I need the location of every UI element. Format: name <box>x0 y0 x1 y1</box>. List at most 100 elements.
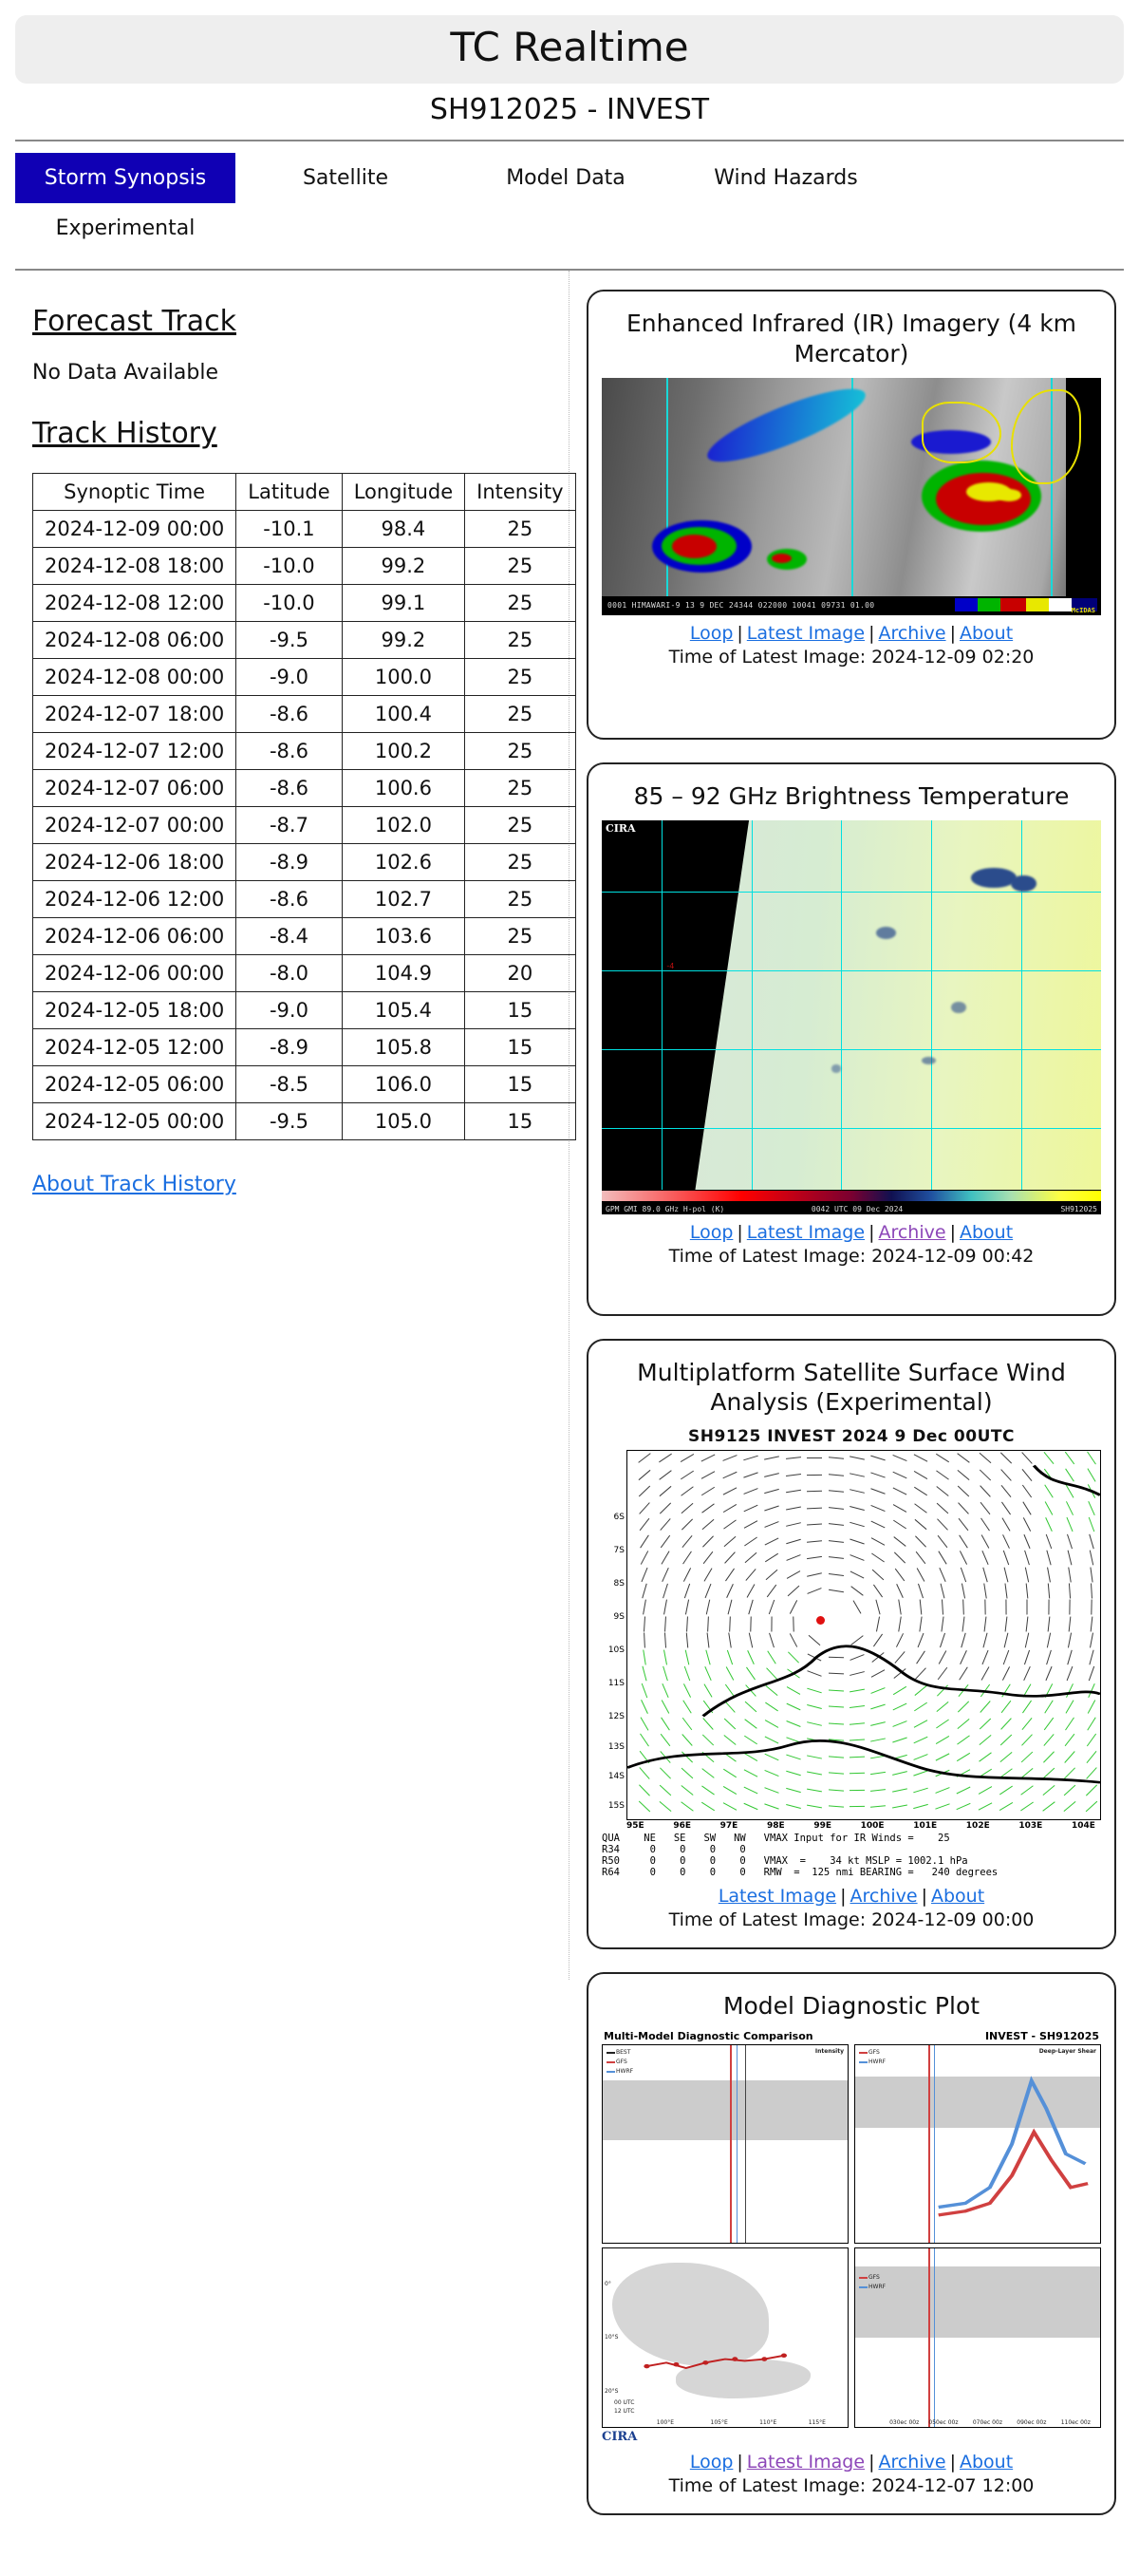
tab-navigation: Storm Synopsis Satellite Model Data Wind… <box>15 141 1124 263</box>
wind-barb <box>785 1787 801 1793</box>
timestamp-enhanced-ir: Time of Latest Image: 2024-12-09 02:20 <box>668 646 1035 668</box>
wind-barb <box>1087 1468 1096 1482</box>
wind-barb <box>789 1633 798 1648</box>
wind-barb <box>892 1487 907 1495</box>
wind-barb <box>1001 1683 1011 1698</box>
wind-barb <box>958 1501 969 1514</box>
table-cell: 2024-12-07 12:00 <box>31 732 237 771</box>
tab-satellite[interactable]: Satellite <box>235 153 456 203</box>
x-tick: 100E <box>860 1820 885 1831</box>
y-tick: 11S <box>607 1679 625 1689</box>
link-archive[interactable]: Archive <box>850 1886 917 1907</box>
wind-barb <box>638 1485 651 1497</box>
link-latest-image[interactable]: Latest Image <box>747 1222 865 1243</box>
diagnostic-panels: Intensity BEST GFS HWRF Deep-Layer Shear <box>602 2044 1101 2245</box>
wind-barb <box>937 1667 947 1681</box>
link-separator: | <box>949 2452 956 2473</box>
wind-barb <box>1022 1501 1032 1515</box>
wind-barb <box>1020 1768 1034 1779</box>
wind-barb <box>664 1632 667 1648</box>
wind-barb <box>722 1752 737 1762</box>
wind-barb <box>870 1720 887 1726</box>
wind-barb <box>850 1671 865 1677</box>
link-about[interactable]: About <box>960 2452 1013 2473</box>
wind-barb <box>765 1702 779 1712</box>
wind-barb <box>807 1704 823 1710</box>
wind-analysis-plot[interactable] <box>626 1449 1101 1820</box>
wind-barb <box>1065 1700 1074 1714</box>
link-about[interactable]: About <box>931 1886 984 1907</box>
wind-barb <box>936 1486 949 1497</box>
wind-barb <box>662 1567 670 1582</box>
link-latest-image[interactable]: Latest Image <box>719 1886 836 1907</box>
link-archive[interactable]: Archive <box>878 2452 945 2473</box>
wind-barb <box>1024 1649 1031 1665</box>
wind-barb <box>764 1803 780 1810</box>
link-archive[interactable]: Archive <box>878 1222 945 1243</box>
table-cell: -8.6 <box>235 732 343 771</box>
wind-barb <box>746 1666 756 1681</box>
link-archive[interactable]: Archive <box>878 623 945 644</box>
wind-barb <box>681 1751 693 1763</box>
link-loop[interactable]: Loop <box>690 623 734 644</box>
about-track-history-link[interactable]: About Track History <box>32 1173 236 1196</box>
table-cell: 15 <box>464 1102 576 1141</box>
wind-barb <box>871 1651 886 1663</box>
wind-barb <box>892 1519 906 1530</box>
link-latest-image[interactable]: Latest Image <box>747 623 865 644</box>
wind-barb <box>999 1768 1013 1778</box>
wind-barb <box>956 1769 971 1777</box>
wind-barb <box>685 1616 688 1632</box>
table-cell: 104.9 <box>341 954 466 993</box>
wind-barb <box>1044 1484 1054 1498</box>
wind-barb <box>722 1768 737 1778</box>
wind-barb <box>807 1771 823 1776</box>
wind-barb <box>1042 1750 1055 1763</box>
wind-barb <box>1003 1567 1009 1582</box>
y-tick: 8S <box>613 1579 625 1589</box>
tab-model-data[interactable]: Model Data <box>456 153 676 203</box>
wind-barb <box>723 1718 736 1729</box>
wind-barb <box>723 1535 736 1547</box>
wind-barb <box>1025 1567 1030 1582</box>
link-about[interactable]: About <box>960 623 1013 644</box>
wind-barb <box>917 1633 924 1648</box>
model-diagnostic-image[interactable]: Multi-Model Diagnostic Comparison INVEST… <box>602 2030 1101 2444</box>
wind-barb <box>828 1539 844 1543</box>
wind-barb <box>1069 1583 1072 1599</box>
wind-barb <box>828 1788 844 1792</box>
wind-barb <box>807 1491 823 1493</box>
wind-barb <box>870 1738 887 1742</box>
microwave-image[interactable]: -4 CIRA GPM GMI 89.0 GHz H-pol (K) 0042 … <box>602 820 1101 1215</box>
link-loop[interactable]: Loop <box>690 1222 734 1243</box>
y-tick: 12S <box>607 1712 625 1722</box>
wind-barb <box>1000 1501 1011 1515</box>
wind-barb <box>919 1599 923 1615</box>
tab-wind-hazards[interactable]: Wind Hazards <box>676 153 896 203</box>
enhanced-ir-image[interactable]: 0001 HIMAWARI-9 13 9 DEC 24344 022000 10… <box>602 377 1101 615</box>
wind-barb <box>982 1583 987 1599</box>
table-cell: 25 <box>464 843 576 882</box>
tab-experimental[interactable]: Experimental <box>15 203 235 254</box>
wind-barb <box>1088 1666 1094 1682</box>
wind-barb <box>807 1457 823 1459</box>
wind-barb <box>744 1536 757 1546</box>
link-latest-image[interactable]: Latest Image <box>747 2452 865 2473</box>
wind-barb <box>852 1600 862 1615</box>
link-about[interactable]: About <box>960 1222 1013 1243</box>
wind-barb <box>958 1701 970 1713</box>
wind-barb <box>748 1600 754 1615</box>
wind-barb <box>850 1489 865 1495</box>
wind-barb <box>876 1616 881 1632</box>
card-microwave: 85 – 92 GHz Brightness Temperature -4 CI… <box>587 762 1116 1317</box>
wind-barb <box>681 1767 694 1779</box>
wind-barb <box>850 1554 865 1561</box>
wind-barb <box>766 1569 778 1580</box>
tab-storm-synopsis[interactable]: Storm Synopsis <box>15 153 235 204</box>
wind-barb <box>962 1583 966 1599</box>
table-cell: 2024-12-09 00:00 <box>31 510 237 549</box>
wind-barb <box>1085 1767 1097 1779</box>
wind-barb <box>1045 1649 1052 1665</box>
wind-barb <box>870 1771 887 1776</box>
link-loop[interactable]: Loop <box>690 2452 734 2473</box>
